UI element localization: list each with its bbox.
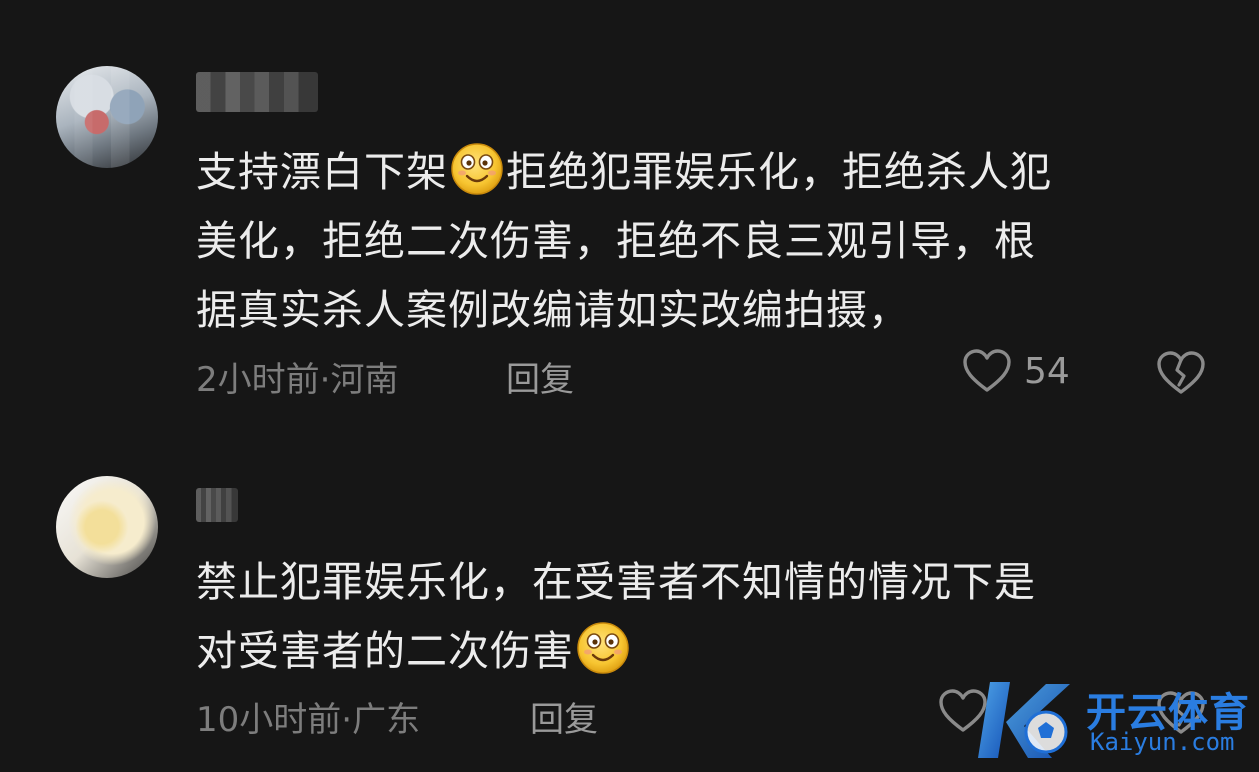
comment-text-segment: 据真实杀人案例改编请如实改编拍摄， — [196, 286, 910, 334]
smiley-emoji-icon — [576, 621, 630, 675]
comment-text-segment: 支持漂白下架 — [196, 148, 448, 196]
comment-text: 禁止犯罪娱乐化，在受害者不知情的情况下是 对受害者的二次伤害 — [196, 548, 1196, 686]
comment-line: 美化，拒绝二次伤害，拒绝不良三观引导，根 — [196, 207, 1196, 276]
comment-timestamp-location: 2小时前·河南 — [196, 360, 399, 400]
comment-text-segment: 禁止犯罪娱乐化，在受害者不知情的情况下是 — [196, 558, 1036, 606]
avatar[interactable] — [56, 476, 158, 578]
comment-line: 支持漂白下架 拒绝犯罪娱乐化，拒绝杀人犯 — [196, 138, 1196, 207]
dislike-button[interactable] — [1156, 350, 1206, 400]
watermark-domain: Kaiyun.com — [1090, 728, 1235, 756]
reply-button[interactable]: 回复 — [530, 692, 598, 741]
like-count: 54 — [1024, 350, 1070, 392]
watermark-logo: 开云体育 Kaiyun.com — [972, 670, 1259, 772]
comment-text: 支持漂白下架 拒绝犯罪娱乐化，拒绝杀人犯 美化，拒绝二次伤害，拒绝不良三观引导，根… — [196, 138, 1196, 345]
comment-line: 禁止犯罪娱乐化，在受害者不知情的情况下是 — [196, 548, 1196, 617]
comment-text-segment: 对受害者的二次伤害 — [196, 627, 574, 675]
comment-timestamp-location: 10小时前·广东 — [196, 700, 421, 740]
comment-line: 据真实杀人案例改编请如实改编拍摄， — [196, 276, 1196, 345]
kaiyun-logo-icon — [978, 682, 1070, 758]
avatar[interactable] — [56, 66, 158, 168]
comment-text-segment: 美化，拒绝二次伤害，拒绝不良三观引导，根 — [196, 217, 1036, 265]
username-blurred[interactable] — [196, 72, 318, 112]
broken-heart-icon — [1157, 351, 1205, 394]
smiley-emoji-icon — [450, 142, 504, 196]
like-button[interactable]: 54 — [962, 348, 1070, 394]
comment-text-segment: 拒绝犯罪娱乐化，拒绝杀人犯 — [506, 148, 1052, 196]
reply-button[interactable]: 回复 — [506, 352, 574, 401]
heart-outline-icon — [963, 349, 1011, 392]
username-blurred[interactable] — [196, 488, 238, 522]
